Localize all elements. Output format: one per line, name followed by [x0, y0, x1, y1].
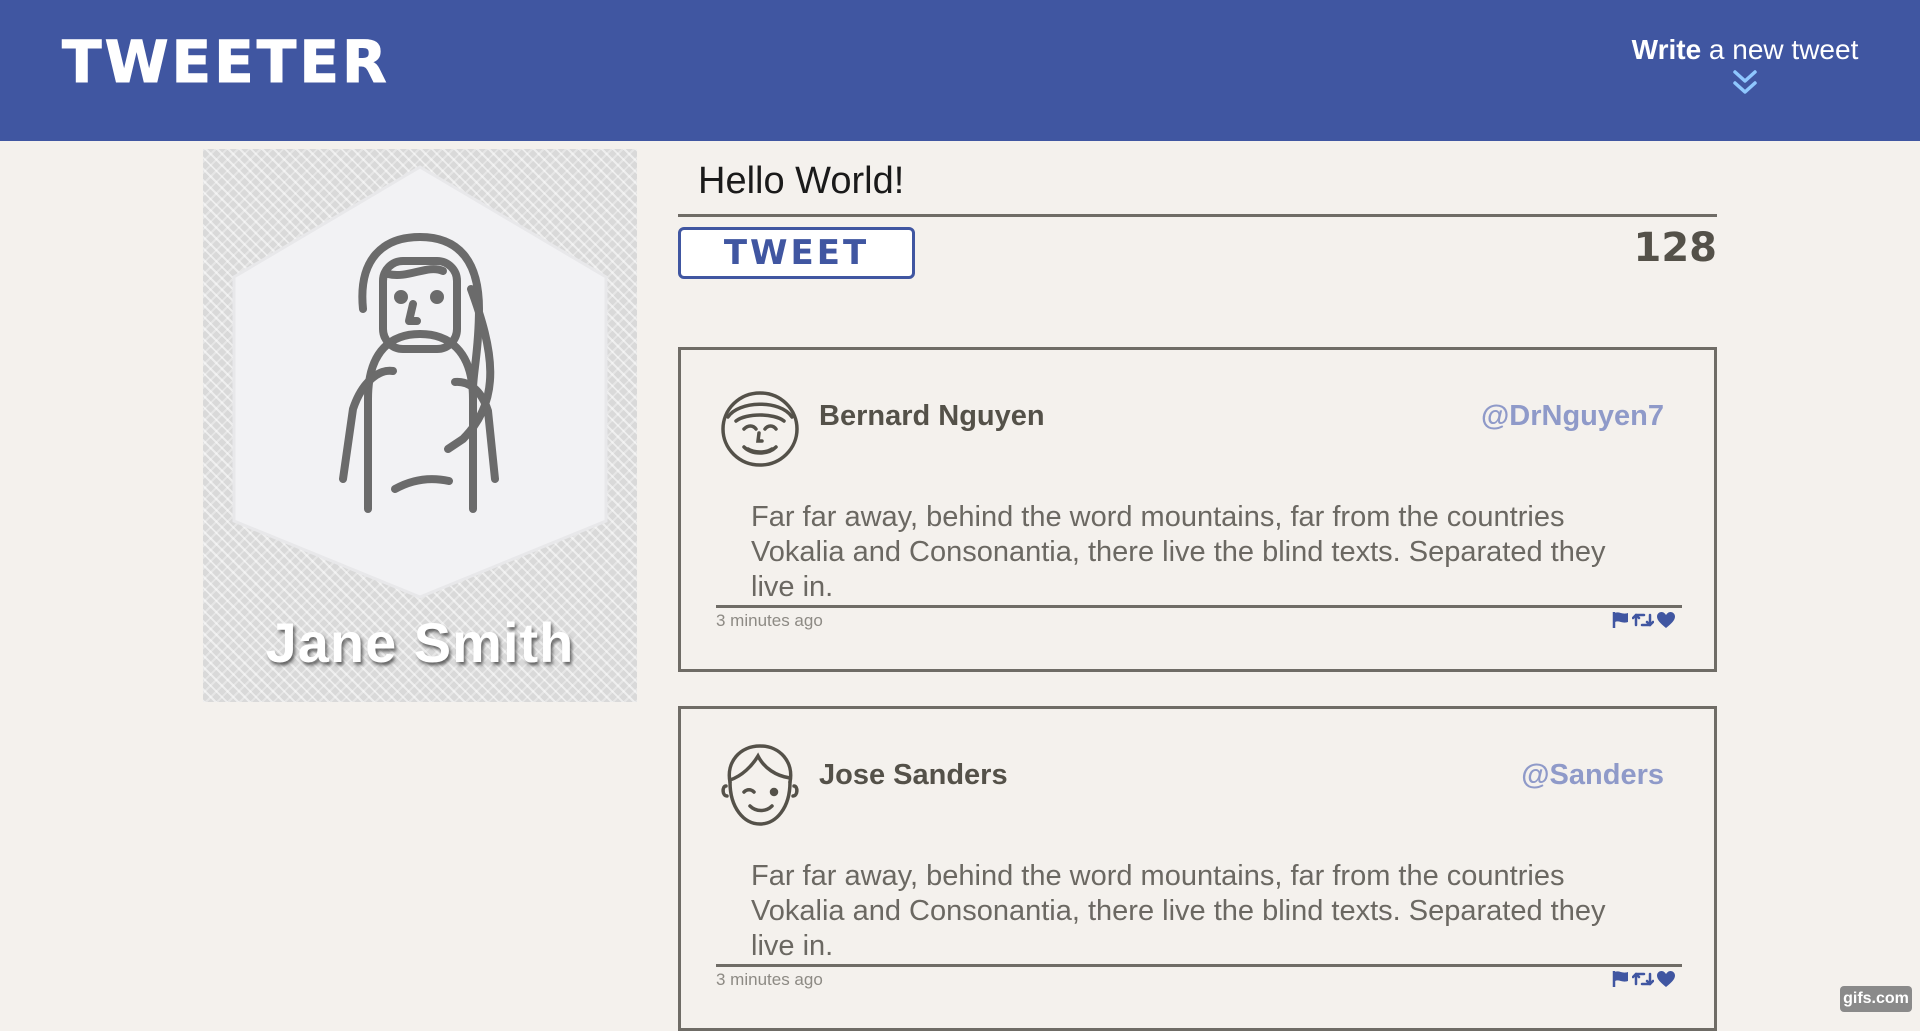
flag-icon[interactable] [1612, 970, 1630, 988]
tweet-timestamp: 3 minutes ago [716, 970, 823, 989]
tweet-actions [1612, 970, 1676, 988]
tweet-actions [1612, 611, 1676, 629]
tweet-composer: TWEET 128 [678, 149, 1717, 279]
tweet-divider [716, 964, 1682, 967]
tweet-card: Bernard Nguyen @DrNguyen7 Far far away, … [678, 347, 1717, 672]
heart-icon[interactable] [1656, 970, 1676, 988]
winking-boy-avatar-icon [721, 744, 799, 826]
profile-card: Jane Smith [203, 149, 637, 702]
tweet-timestamp: 3 minutes ago [716, 611, 823, 630]
tweet-body: Far far away, behind the word mountains,… [751, 501, 1606, 603]
profile-name: Jane Smith [265, 611, 575, 674]
smiling-man-avatar-icon [721, 391, 799, 467]
heart-icon[interactable] [1656, 611, 1676, 629]
navbar: TWEETER Write a new tweet [0, 0, 1920, 141]
compose-toggle-label: Write a new tweet [1620, 34, 1870, 66]
tweet-text-input[interactable] [678, 149, 1717, 217]
tweet-card: Jose Sanders @Sanders Far far away, behi… [678, 706, 1717, 1031]
write-new-tweet-toggle[interactable]: Write a new tweet [1620, 34, 1870, 104]
character-counter: 128 [1633, 225, 1718, 271]
tweet-button[interactable]: TWEET [678, 227, 915, 279]
compose-toggle-bold: Write [1631, 34, 1702, 65]
double-chevron-down-icon[interactable] [1731, 68, 1759, 98]
tweet-body: Far far away, behind the word mountains,… [751, 860, 1606, 962]
tweet-divider [716, 605, 1682, 608]
retweet-icon[interactable] [1632, 970, 1654, 988]
tweet-author-name: Jose Sanders [819, 759, 1008, 791]
retweet-icon[interactable] [1632, 611, 1654, 629]
tweet-author-handle[interactable]: @Sanders [1521, 759, 1664, 792]
tweet-author-handle[interactable]: @DrNguyen7 [1481, 400, 1664, 433]
flag-icon[interactable] [1612, 611, 1630, 629]
gifs-watermark: gifs.com [1840, 986, 1912, 1012]
tweet-author-name: Bernard Nguyen [819, 400, 1045, 432]
compose-toggle-rest: a new tweet [1708, 34, 1859, 65]
brand-logo[interactable]: TWEETER [62, 28, 390, 97]
